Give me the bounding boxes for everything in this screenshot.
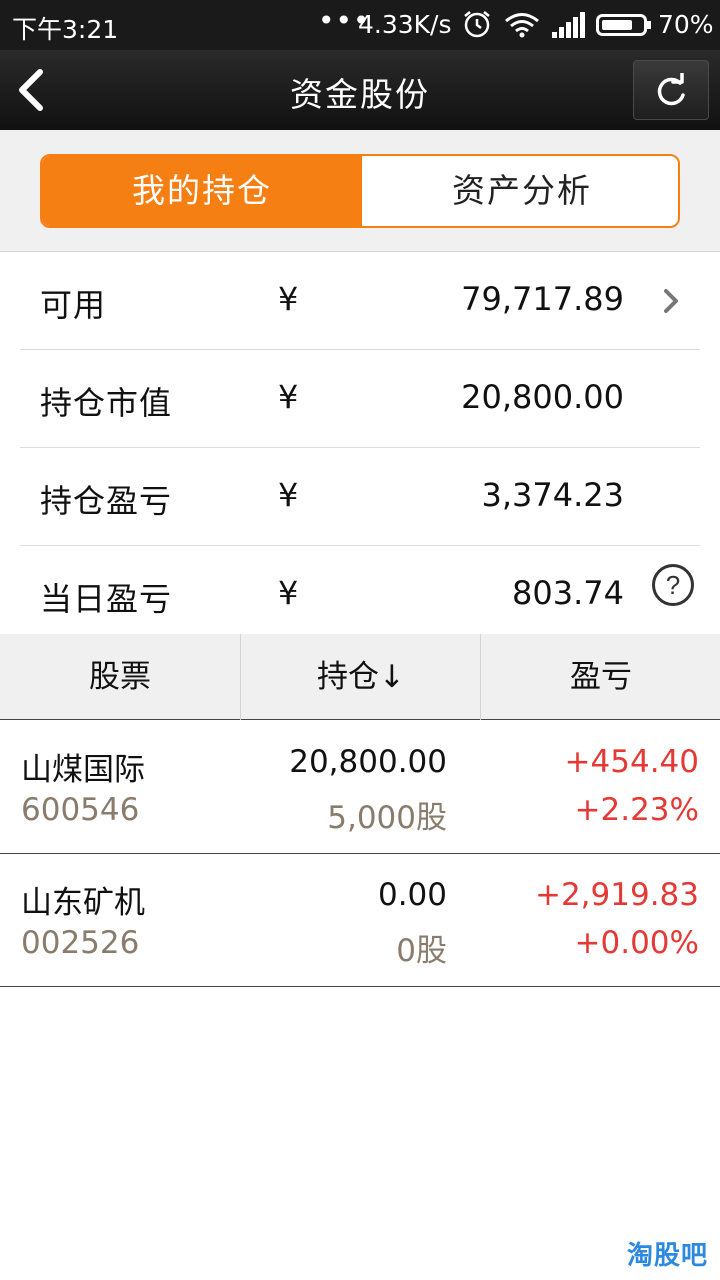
network-speed: 4.33K/s [358,10,452,39]
market-value: 20,800.00 [289,744,447,780]
watermark-logo: 淘股吧 [626,1241,708,1271]
summary-row-position-pl: 持仓盈亏 ¥ 3,374.23 [20,448,700,546]
summary-row-daily-pl: 当日盈亏 ¥ 803.74 ? [20,546,700,630]
status-bar: 下午3:21 ••• 4.33K/s 70% [0,0,720,50]
column-header-stock[interactable]: 股票 [0,634,240,720]
summary-row-market-value: 持仓市值 ¥ 20,800.00 [20,350,700,448]
stock-code: 600546 [21,792,140,828]
alarm-icon [464,11,490,38]
table-row[interactable]: 山煤国际 600546 20,800.00 5,000股 +454.40 +2.… [0,720,720,854]
segment-area: 我的持仓 资产分析 [0,130,720,252]
tab-my-positions[interactable]: 我的持仓 [42,156,362,226]
back-icon[interactable] [10,64,54,116]
stock-name: 山东矿机 [21,885,145,921]
share-quantity: 5,000股 [327,800,447,836]
refresh-icon [657,73,685,106]
summary-label: 持仓盈亏 [40,482,173,520]
summary-row-available[interactable]: 可用 ¥ 79,717.89 [20,252,700,350]
help-icon[interactable]: ? [652,564,694,606]
summary-value: 3,374.23 [481,476,625,514]
market-value: 0.00 [377,877,447,913]
refresh-button[interactable] [633,60,709,120]
chevron-right-icon[interactable] [662,288,680,314]
segmented-control: 我的持仓 资产分析 [40,154,680,228]
currency-symbol: ¥ [278,574,299,612]
profit-amount: +2,919.83 [534,877,699,913]
status-time: 下午3:21 [12,15,119,44]
holdings-table-header: 股票 持仓↓ 盈亏 [0,634,720,720]
signal-icon [552,12,585,38]
column-header-position[interactable]: 持仓↓ [240,634,481,720]
summary-label: 持仓市值 [40,384,173,422]
profit-percent: +2.23% [574,792,699,828]
summary-label: 当日盈亏 [40,580,173,618]
profit-amount: +454.40 [564,744,699,780]
stock-name: 山煤国际 [21,752,145,788]
table-row[interactable]: 山东矿机 002526 0.00 0股 +2,919.83 +0.00% [0,853,720,987]
currency-symbol: ¥ [278,476,299,514]
summary-value: 79,717.89 [461,280,624,318]
summary-label: 可用 [40,286,107,324]
column-header-profit[interactable]: 盈亏 [480,634,720,720]
profit-percent: +0.00% [574,925,699,961]
currency-symbol: ¥ [278,378,299,416]
nav-bar: 资金股份 [0,50,720,130]
stock-code: 002526 [21,925,140,961]
summary-value: 803.74 [512,574,624,612]
battery-percent: 70% [658,10,714,39]
page-title: 资金股份 [290,75,430,114]
battery-icon [596,14,651,36]
wifi-icon [505,13,539,38]
share-quantity: 0股 [396,933,447,969]
currency-symbol: ¥ [278,280,299,318]
summary-value: 20,800.00 [461,378,624,416]
account-summary: 可用 ¥ 79,717.89 持仓市值 ¥ 20,800.00 持仓盈亏 ¥ 3… [20,252,700,630]
tab-asset-analysis[interactable]: 资产分析 [362,156,678,226]
